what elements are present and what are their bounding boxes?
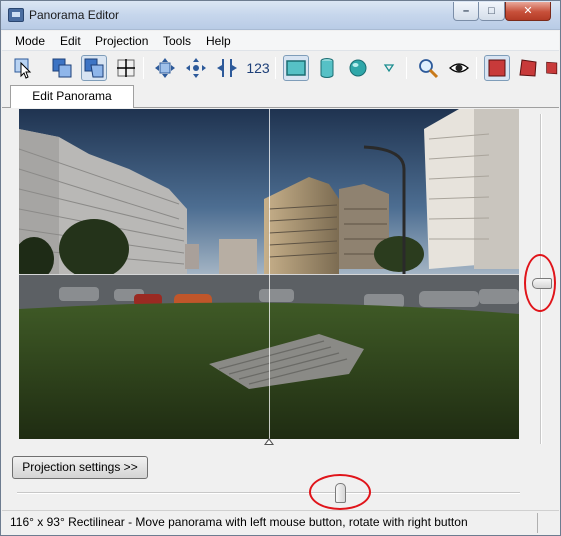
frame-red-skew-icon[interactable]: [515, 55, 541, 81]
window-title: Panorama Editor: [29, 8, 120, 22]
horizontal-guide-line: [19, 274, 519, 275]
annotation-circle-vertical: [524, 254, 556, 312]
compress-horizontal-icon[interactable]: [214, 55, 240, 81]
projection-settings-button[interactable]: Projection settings >>: [12, 456, 148, 479]
horizontal-slider-track[interactable]: [17, 492, 520, 494]
toolbar-separator: [406, 57, 407, 79]
close-button[interactable]: ✕: [505, 2, 551, 21]
minimize-button[interactable]: –: [453, 2, 479, 21]
overlapping-frames-icon[interactable]: [49, 55, 75, 81]
rectilinear-projection-icon[interactable]: [283, 55, 309, 81]
menu-mode[interactable]: Mode: [15, 34, 45, 48]
menu-edit[interactable]: Edit: [60, 34, 81, 48]
move-center-icon[interactable]: [183, 55, 209, 81]
tab-strip: Edit Panorama: [2, 85, 559, 109]
center-marker: [264, 438, 274, 445]
maximize-button[interactable]: □: [479, 2, 505, 21]
status-text: 116° x 93° Rectilinear - Move panorama w…: [10, 515, 468, 529]
tab-edit-panorama[interactable]: Edit Panorama: [10, 85, 134, 109]
menu-help[interactable]: Help: [206, 34, 231, 48]
move-all-directions-icon[interactable]: [152, 55, 178, 81]
overlapping-frames-selected-icon[interactable]: [81, 55, 107, 81]
frame-red-square-icon[interactable]: [484, 55, 510, 81]
toolbar-separator: [476, 57, 477, 79]
menu-tools[interactable]: Tools: [163, 34, 191, 48]
zoom-icon[interactable]: [415, 55, 441, 81]
cylinder-projection-icon[interactable]: [314, 55, 340, 81]
menu-bar: Mode Edit Projection Tools Help: [2, 31, 559, 51]
toolbar-separator: [143, 57, 144, 79]
status-bar: 116° x 93° Rectilinear - Move panorama w…: [2, 510, 559, 535]
app-icon: [8, 8, 24, 22]
toolbar: 123: [2, 52, 559, 84]
sphere-projection-icon[interactable]: [345, 55, 371, 81]
numbering-icon[interactable]: 123: [245, 55, 271, 81]
menu-projection[interactable]: Projection: [95, 34, 148, 48]
crosshair-icon[interactable]: [113, 55, 139, 81]
select-arrow-icon[interactable]: [11, 55, 37, 81]
annotation-circle-horizontal: [309, 474, 371, 510]
dropdown-triangle-icon[interactable]: [376, 55, 402, 81]
panorama-editor-window: Panorama Editor – □ ✕ Mode Edit Projecti…: [0, 0, 561, 536]
status-divider: [537, 513, 538, 533]
title-bar[interactable]: Panorama Editor – □ ✕: [1, 1, 560, 30]
toolbar-separator: [275, 57, 276, 79]
frame-red-partial-icon[interactable]: [543, 55, 559, 81]
eye-icon[interactable]: [446, 55, 472, 81]
